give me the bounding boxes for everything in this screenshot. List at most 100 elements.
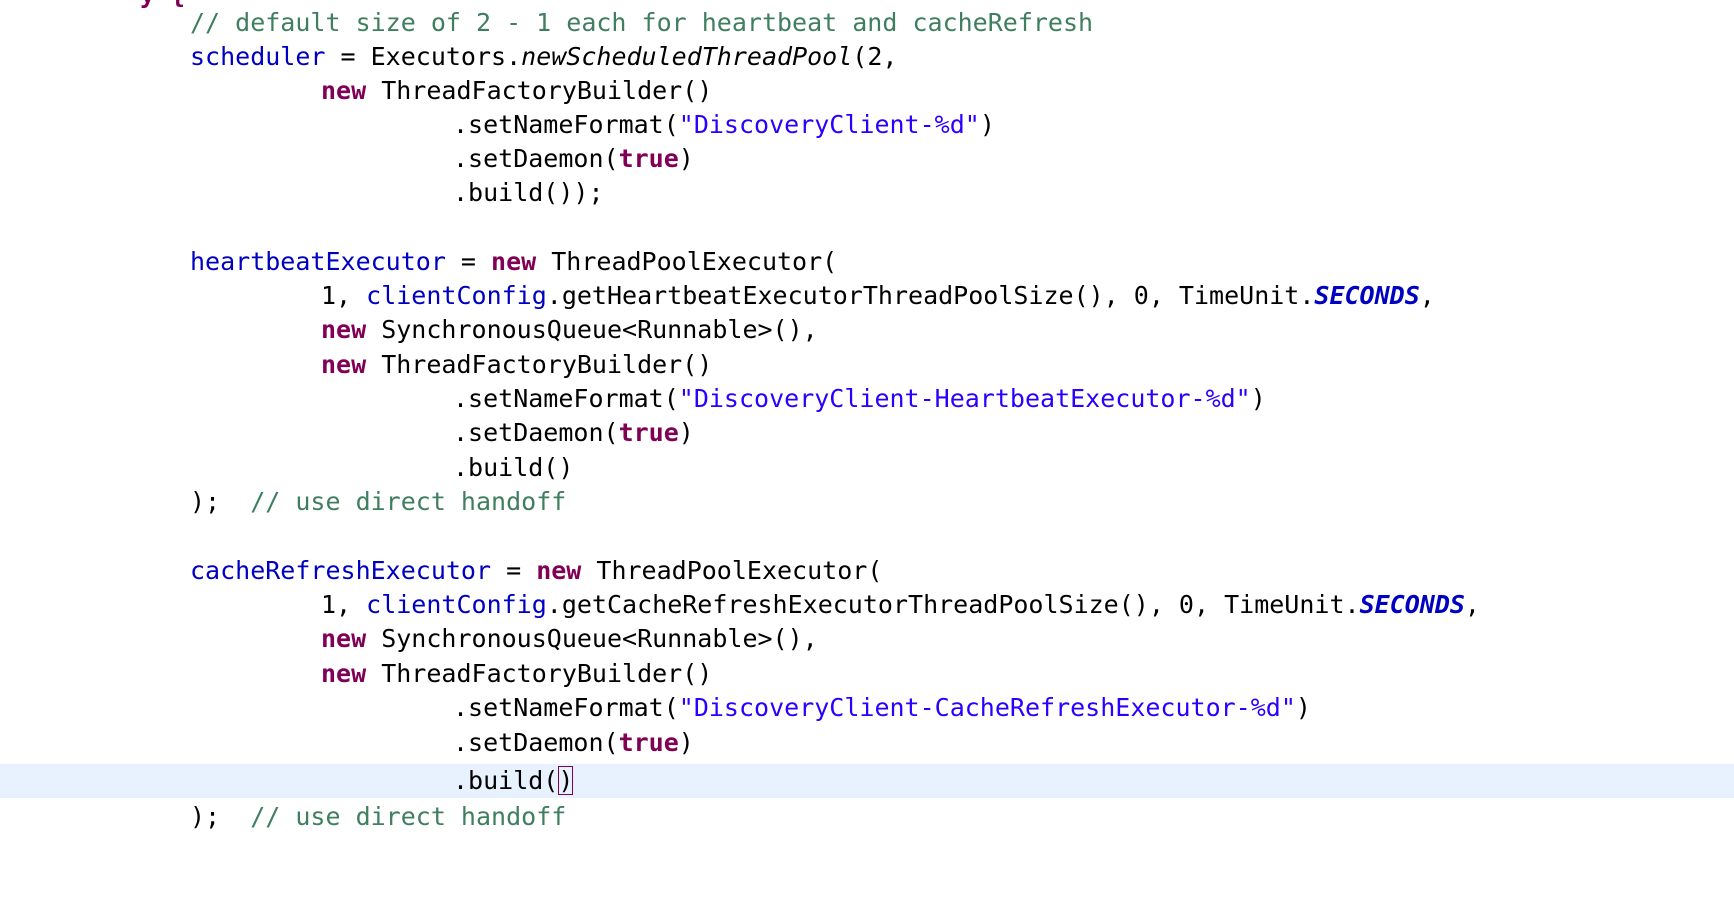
code-line[interactable]: ); // use direct handoff xyxy=(0,800,1734,834)
code-statement: cacheRefreshExecutor = new ThreadPoolExe… xyxy=(190,554,882,588)
keyword-token: new xyxy=(321,76,367,105)
field-token: heartbeatExecutor xyxy=(190,247,446,276)
code-token: (2, xyxy=(852,42,898,71)
code-statement: .setDaemon(true) xyxy=(453,142,694,176)
keyword-token: new xyxy=(321,315,367,344)
code-token: ThreadFactoryBuilder() xyxy=(366,76,713,105)
code-statement: new SynchronousQueue<Runnable>(), xyxy=(321,622,818,656)
code-token: .build( xyxy=(453,766,559,795)
keyword-token: true xyxy=(618,418,679,447)
code-token: = xyxy=(491,556,537,585)
code-token: , xyxy=(1419,281,1435,310)
code-line[interactable]: 1, clientConfig.getHeartbeatExecutorThre… xyxy=(0,279,1734,313)
keyword-token: new xyxy=(321,659,367,688)
code-token: ThreadPoolExecutor( xyxy=(581,556,883,585)
code-editor[interactable]: y { // default size of 2 - 1 each for he… xyxy=(0,0,1734,863)
code-line[interactable]: .setNameFormat("DiscoveryClient-%d") xyxy=(0,108,1734,142)
code-token: ThreadFactoryBuilder() xyxy=(366,350,713,379)
code-line[interactable]: ); // use direct handoff xyxy=(0,485,1734,519)
code-token: ) xyxy=(678,144,694,173)
code-token: ); xyxy=(190,802,251,831)
code-line[interactable]: heartbeatExecutor = new ThreadPoolExecut… xyxy=(0,245,1734,279)
code-token: , xyxy=(1464,590,1480,619)
code-line[interactable] xyxy=(0,210,1734,244)
code-token: ) xyxy=(678,728,694,757)
code-line[interactable]: new ThreadFactoryBuilder() xyxy=(0,74,1734,108)
code-token: ) xyxy=(979,110,995,139)
keyword-token: new xyxy=(536,556,582,585)
matching-bracket[interactable]: ) xyxy=(558,766,574,795)
code-line[interactable]: .setNameFormat("DiscoveryClient-CacheRef… xyxy=(0,691,1734,725)
code-line[interactable]: new ThreadFactoryBuilder() xyxy=(0,348,1734,382)
code-token: .setDaemon( xyxy=(453,418,619,447)
code-token: .setDaemon( xyxy=(453,144,619,173)
code-statement: ); // use direct handoff xyxy=(190,800,566,834)
code-line[interactable]: new ThreadFactoryBuilder() xyxy=(0,657,1734,691)
field-token: scheduler xyxy=(190,42,326,71)
code-statement: .setDaemon(true) xyxy=(453,726,694,760)
code-token: .setNameFormat( xyxy=(453,110,679,139)
code-line[interactable]: .build()); xyxy=(0,176,1734,210)
code-token: ThreadPoolExecutor( xyxy=(536,247,838,276)
keyword-token: true xyxy=(618,728,679,757)
code-token: ); xyxy=(190,487,251,516)
code-line[interactable]: .setDaemon(true) xyxy=(0,726,1734,760)
field-token: clientConfig xyxy=(366,281,547,310)
code-statement: 1, clientConfig.getCacheRefreshExecutorT… xyxy=(321,588,1480,622)
code-line[interactable]: new SynchronousQueue<Runnable>(), xyxy=(0,622,1734,656)
constant-token: SECONDS xyxy=(1314,281,1420,310)
code-token: SynchronousQueue<Runnable>(), xyxy=(366,624,818,653)
code-comment: // default size of 2 - 1 each for heartb… xyxy=(190,8,1094,37)
code-token: .build()); xyxy=(453,178,604,207)
code-statement: 1, clientConfig.getHeartbeatExecutorThre… xyxy=(321,279,1435,313)
code-line[interactable]: new SynchronousQueue<Runnable>(), xyxy=(0,313,1734,347)
keyword-token: new xyxy=(321,350,367,379)
code-statement: scheduler = Executors.newScheduledThread… xyxy=(190,40,897,74)
string-token: "DiscoveryClient-CacheRefreshExecutor-%d… xyxy=(678,693,1296,722)
method-token: newScheduledThreadPool xyxy=(521,42,853,71)
code-token: ) xyxy=(1250,384,1266,413)
keyword-token: new xyxy=(321,624,367,653)
code-token: .setDaemon( xyxy=(453,728,619,757)
code-line[interactable]: // default size of 2 - 1 each for heartb… xyxy=(0,6,1734,40)
code-line[interactable]: cacheRefreshExecutor = new ThreadPoolExe… xyxy=(0,554,1734,588)
code-token: SynchronousQueue<Runnable>(), xyxy=(366,315,818,344)
code-line[interactable]: .build() xyxy=(0,451,1734,485)
code-token: .getCacheRefreshExecutorThreadPoolSize()… xyxy=(546,590,1360,619)
string-token: "DiscoveryClient-%d" xyxy=(678,110,980,139)
code-token: 1, xyxy=(321,590,367,619)
code-token: ) xyxy=(1295,693,1311,722)
code-token: .setNameFormat( xyxy=(453,693,679,722)
code-token: .setNameFormat( xyxy=(453,384,679,413)
code-line[interactable] xyxy=(0,519,1734,553)
code-line[interactable]: .setDaemon(true) xyxy=(0,142,1734,176)
code-comment: // use direct handoff xyxy=(250,487,567,516)
code-token: ThreadFactoryBuilder() xyxy=(366,659,713,688)
code-statement: .setNameFormat("DiscoveryClient-CacheRef… xyxy=(453,691,1311,725)
current-code-line[interactable]: .build() xyxy=(0,764,1734,798)
code-statement: new ThreadFactoryBuilder() xyxy=(321,348,712,382)
code-statement: ); // use direct handoff xyxy=(190,485,566,519)
code-statement: .setNameFormat("DiscoveryClient-Heartbea… xyxy=(453,382,1266,416)
code-statement: new ThreadFactoryBuilder() xyxy=(321,74,712,108)
keyword-token: new xyxy=(491,247,537,276)
field-token: cacheRefreshExecutor xyxy=(190,556,492,585)
field-token: clientConfig xyxy=(366,590,547,619)
code-line[interactable]: .setNameFormat("DiscoveryClient-Heartbea… xyxy=(0,382,1734,416)
code-line[interactable]: scheduler = Executors.newScheduledThread… xyxy=(0,40,1734,74)
code-line[interactable]: 1, clientConfig.getCacheRefreshExecutorT… xyxy=(0,588,1734,622)
code-token: .build() xyxy=(453,453,574,482)
code-statement: new SynchronousQueue<Runnable>(), xyxy=(321,313,818,347)
code-statement: heartbeatExecutor = new ThreadPoolExecut… xyxy=(190,245,837,279)
code-line[interactable]: .setDaemon(true) xyxy=(0,416,1734,450)
keyword-token: true xyxy=(618,144,679,173)
code-token: .getHeartbeatExecutorThreadPoolSize(), 0… xyxy=(546,281,1315,310)
code-statement: new ThreadFactoryBuilder() xyxy=(321,657,712,691)
string-token: "DiscoveryClient-HeartbeatExecutor-%d" xyxy=(678,384,1251,413)
constant-token: SECONDS xyxy=(1359,590,1465,619)
code-statement: .setDaemon(true) xyxy=(453,416,694,450)
code-token: 1, xyxy=(321,281,367,310)
code-token: = xyxy=(445,247,492,276)
code-statement: .build() xyxy=(453,764,574,798)
code-comment: // use direct handoff xyxy=(250,802,567,831)
